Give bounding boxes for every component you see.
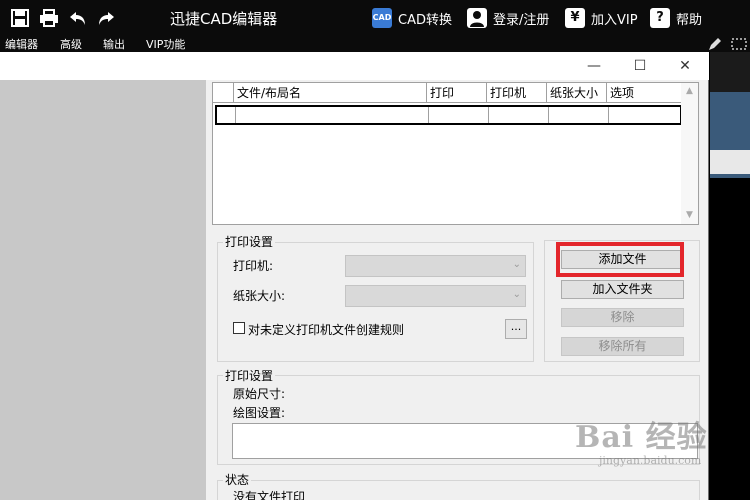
status-text: 没有文件打印	[233, 490, 306, 500]
column-header-options[interactable]: 选项	[607, 83, 682, 103]
remove-all-button[interactable]: 移除所有	[561, 337, 684, 356]
help-label: 帮助	[676, 12, 703, 28]
redo-icon[interactable]	[96, 8, 116, 28]
status-title: 状态	[223, 473, 252, 487]
login-label: 登录/注册	[493, 12, 550, 28]
file-list-header: 文件/布局名 打印 打印机 纸张大小 选项	[213, 83, 682, 103]
background-panel	[710, 150, 750, 174]
vip-button[interactable]: ¥ 加入VIP	[565, 7, 638, 29]
chevron-down-icon: ⌄	[512, 259, 521, 270]
ellipsis-button[interactable]: ...	[505, 319, 527, 339]
user-icon	[467, 8, 487, 28]
menu-bar: 编辑器 高级 输出 VIP功能	[0, 36, 750, 52]
app-toolbar: 迅捷CAD编辑器 CAD CAD转换 登录/注册 ¥ 加入VIP ? 帮助	[0, 0, 750, 36]
cad-convert-button[interactable]: CAD CAD转换	[372, 7, 452, 29]
cad-convert-label: CAD转换	[398, 12, 452, 28]
save-icon[interactable]	[10, 8, 30, 28]
create-rule-label: 对未定义打印机文件创建规则	[248, 323, 405, 337]
scroll-down-icon[interactable]: ▼	[681, 207, 698, 224]
yen-icon: ¥	[565, 8, 585, 28]
undo-icon[interactable]	[68, 8, 88, 28]
preview-pane	[0, 80, 206, 500]
help-icon: ?	[650, 8, 670, 28]
print-settings-title: 打印设置	[223, 235, 276, 249]
maximize-button[interactable]: ☐	[625, 56, 655, 76]
menu-item-output[interactable]: 输出	[103, 36, 125, 52]
file-list-scrollbar[interactable]: ▲ ▼	[681, 83, 698, 224]
menu-item-advanced[interactable]: 高级	[60, 36, 82, 52]
original-size-label: 原始尺寸:	[233, 387, 286, 401]
scroll-up-icon[interactable]: ▲	[681, 83, 698, 100]
minimize-button[interactable]: —	[579, 56, 609, 76]
watermark-url: jingyan.baidu.com	[599, 454, 702, 467]
column-header-name[interactable]: 文件/布局名	[234, 83, 427, 103]
pen-icon[interactable]	[707, 36, 723, 52]
cad-convert-icon: CAD	[372, 8, 392, 28]
print-icon[interactable]	[39, 8, 59, 28]
watermark-brand: Bai 经验	[575, 420, 708, 455]
column-header-blank	[213, 83, 234, 103]
paper-size-label: 纸张大小:	[233, 289, 286, 303]
menu-item-editor[interactable]: 编辑器	[5, 36, 38, 52]
remove-button[interactable]: 移除	[561, 308, 684, 327]
create-rule-checkbox[interactable]	[233, 322, 245, 334]
highlight-box	[556, 242, 684, 277]
menu-item-vip[interactable]: VIP功能	[146, 36, 185, 52]
baidu-watermark: Bai 经验 jingyan.baidu.com	[575, 412, 735, 482]
table-row[interactable]	[215, 105, 682, 125]
printer-select[interactable]: ⌄	[345, 255, 526, 277]
column-header-printer[interactable]: 打印机	[487, 83, 547, 103]
column-header-paper[interactable]: 纸张大小	[547, 83, 607, 103]
add-folder-button[interactable]: 加入文件夹	[561, 280, 684, 299]
help-button[interactable]: ? 帮助	[650, 7, 702, 29]
chevron-down-icon: ⌄	[512, 289, 521, 300]
vip-label: 加入VIP	[591, 12, 638, 28]
close-button[interactable]: ✕	[670, 56, 700, 76]
column-header-print[interactable]: 打印	[427, 83, 487, 103]
printer-label: 打印机:	[233, 259, 274, 273]
tool-icon[interactable]	[731, 37, 747, 51]
file-list[interactable]: 文件/布局名 打印 打印机 纸张大小 选项 ▲ ▼	[212, 82, 699, 225]
login-button[interactable]: 登录/注册	[467, 7, 549, 29]
drawing-settings-label: 绘图设置:	[233, 406, 286, 420]
app-title: 迅捷CAD编辑器	[170, 10, 278, 28]
dialog-titlebar: — ☐ ✕	[0, 52, 709, 80]
paper-size-select[interactable]: ⌄	[345, 285, 526, 307]
plot-settings-title: 打印设置	[223, 369, 276, 383]
